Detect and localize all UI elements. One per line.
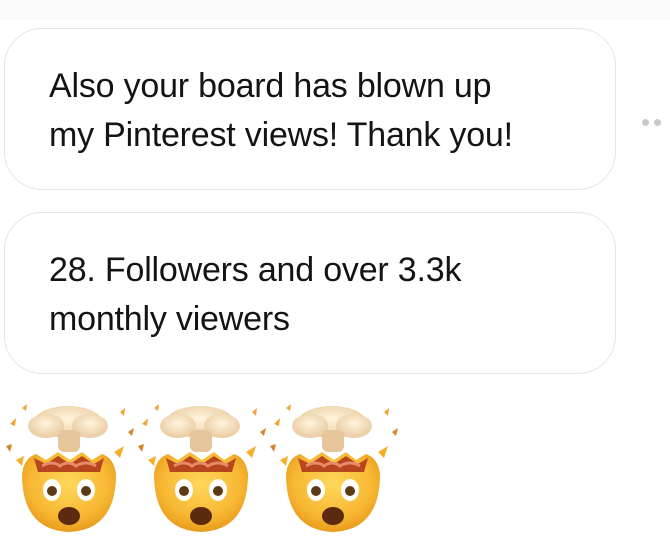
dot xyxy=(642,118,649,126)
exploding-head-icon xyxy=(266,398,400,538)
message-text-line: my Pinterest views! Thank you! xyxy=(49,116,513,154)
dot xyxy=(654,118,661,126)
exploding-head-icon xyxy=(134,398,268,538)
more-options-icon[interactable] xyxy=(642,117,670,127)
message-text-line: monthly viewers xyxy=(49,300,290,338)
exploding-head-icon xyxy=(2,398,136,538)
emoji-message[interactable] xyxy=(2,398,402,538)
message-text-line: 28. Followers and over 3.3k xyxy=(49,251,462,289)
top-divider xyxy=(0,0,670,20)
chat-thread: Also your board has blown up my Pinteres… xyxy=(0,0,670,546)
message-text-line: Also your board has blown up xyxy=(49,67,492,105)
message-bubble[interactable]: Also your board has blown up my Pinteres… xyxy=(4,28,616,190)
message-bubble[interactable]: 28. Followers and over 3.3k monthly view… xyxy=(4,212,616,374)
